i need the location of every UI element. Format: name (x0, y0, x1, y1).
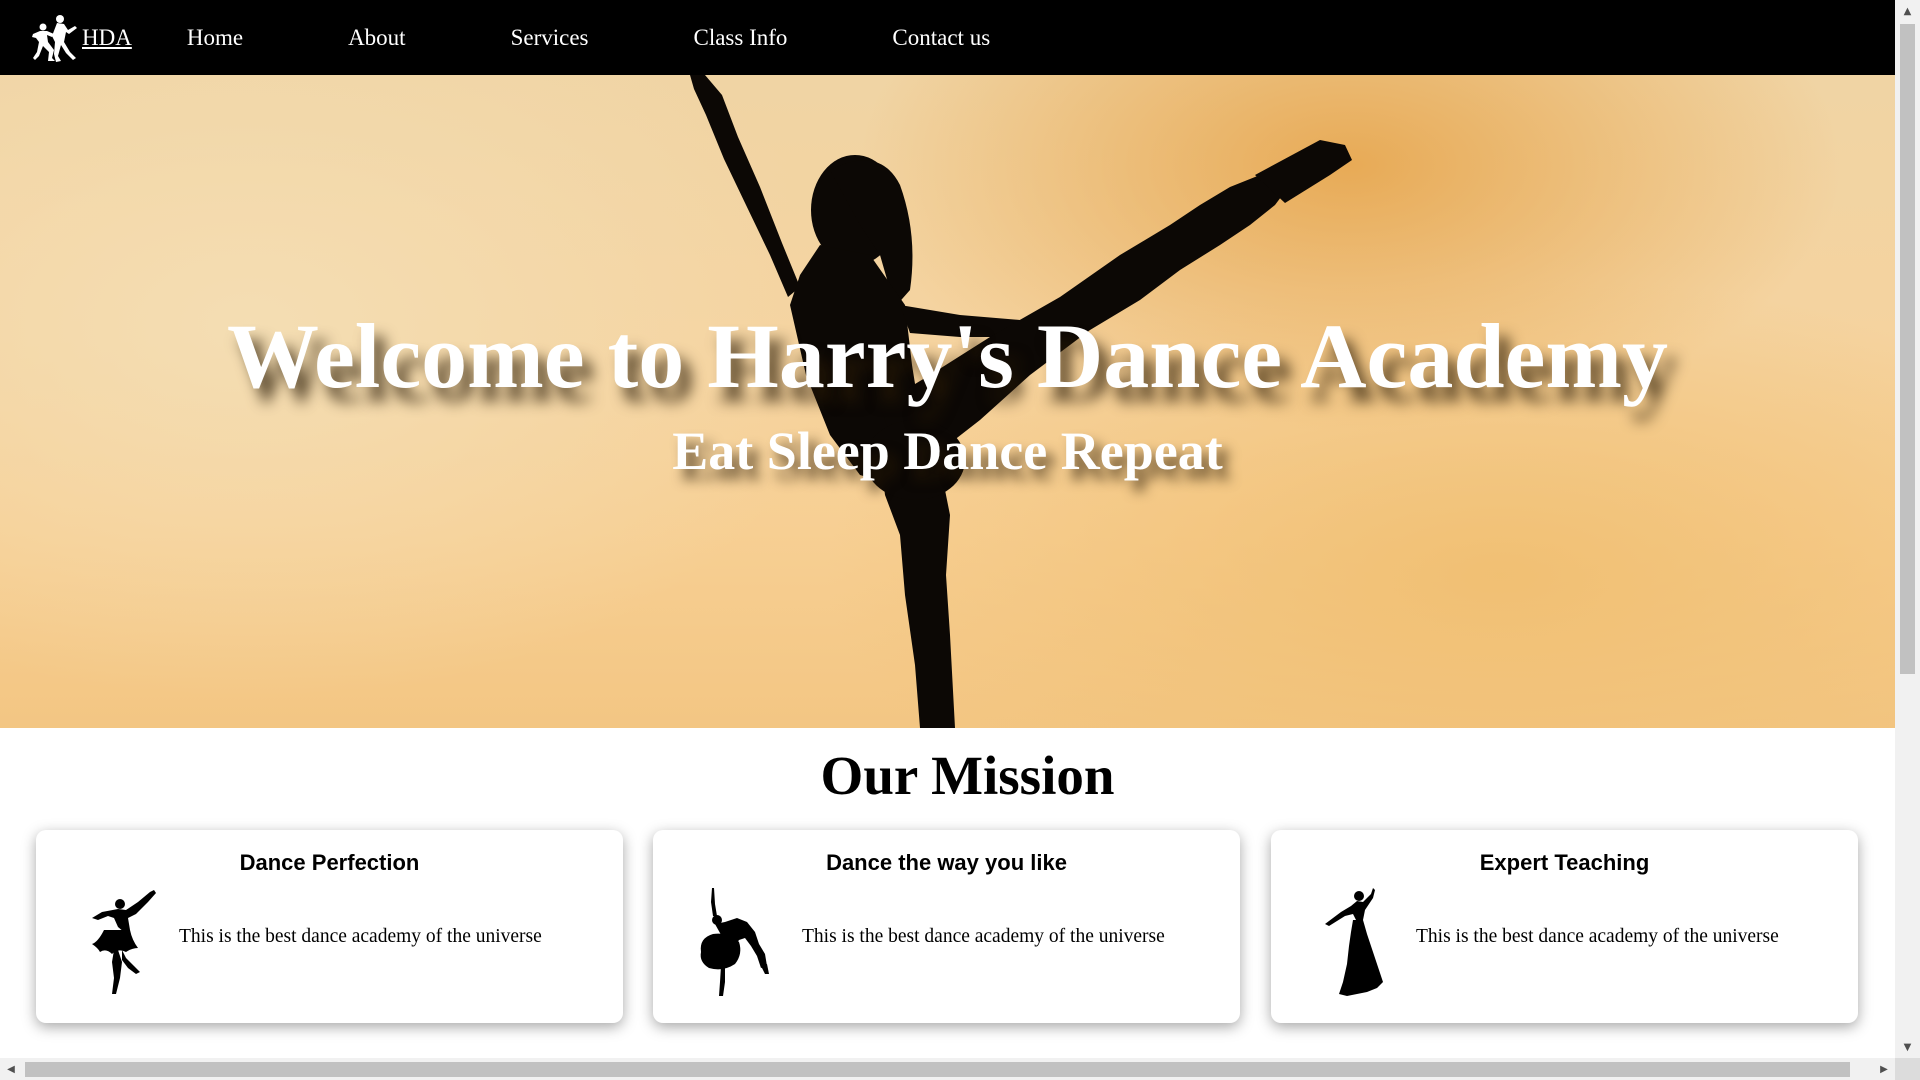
nav-link-contact-us[interactable]: Contact us (892, 25, 990, 51)
navbar: HDA Home About Services Class Info Conta… (0, 0, 1895, 75)
horizontal-scroll-thumb[interactable] (25, 1062, 1850, 1077)
nav-link-services[interactable]: Services (511, 25, 589, 51)
card-text: This is the best dance academy of the un… (179, 926, 542, 947)
ballerina-tutu-icon (92, 890, 156, 994)
mission-cards: Dance Perfection This is the best dance … (36, 830, 1858, 1023)
mission-heading: Our Mission (820, 745, 1115, 806)
nav-link-class-info[interactable]: Class Info (693, 25, 787, 51)
horizontal-scrollbar[interactable]: ◀ ▶ (0, 1058, 1895, 1080)
nav-link-about[interactable]: About (348, 25, 406, 51)
vertical-scrollbar[interactable]: ▲ ▼ (1895, 0, 1920, 1058)
nav-link-home[interactable]: Home (187, 25, 243, 51)
card-title: Dance the way you like (826, 850, 1067, 875)
scrollbar-corner (1895, 1058, 1920, 1080)
scroll-left-arrow-icon[interactable]: ◀ (0, 1058, 22, 1080)
mission-card-dance-the-way-you-like: Dance the way you like This is the best … (653, 830, 1240, 1023)
hero-title: Welcome to Harry's Dance Academy (227, 305, 1668, 407)
brand-text: HDA (82, 24, 132, 50)
brand-link[interactable]: HDA (30, 12, 132, 64)
card-text: This is the best dance academy of the un… (802, 926, 1165, 947)
hero-content: Welcome to Harry's Dance Academy Eat Sle… (0, 75, 1895, 728)
card-title: Expert Teaching (1479, 850, 1650, 875)
dancing-couple-icon (32, 14, 77, 62)
dancer-gown-icon (1325, 888, 1383, 996)
card-text: This is the best dance academy of the un… (1416, 926, 1779, 947)
mission-card-expert-teaching: Expert Teaching This is the best dance a… (1271, 830, 1858, 1023)
vertical-scroll-thumb[interactable] (1900, 24, 1915, 674)
scroll-right-arrow-icon[interactable]: ▶ (1873, 1058, 1895, 1080)
scroll-up-arrow-icon[interactable]: ▲ (1895, 0, 1920, 22)
ballerina-pose-icon (700, 888, 769, 996)
hero-subtitle: Eat Sleep Dance Repeat (672, 421, 1223, 481)
scroll-down-arrow-icon[interactable]: ▼ (1895, 1036, 1920, 1058)
mission-card-dance-perfection: Dance Perfection This is the best dance … (36, 830, 623, 1023)
nav-links: Home About Services Class Info Contact u… (182, 25, 990, 51)
hero-section: Welcome to Harry's Dance Academy Eat Sle… (0, 75, 1895, 728)
card-title: Dance Perfection (239, 850, 420, 875)
